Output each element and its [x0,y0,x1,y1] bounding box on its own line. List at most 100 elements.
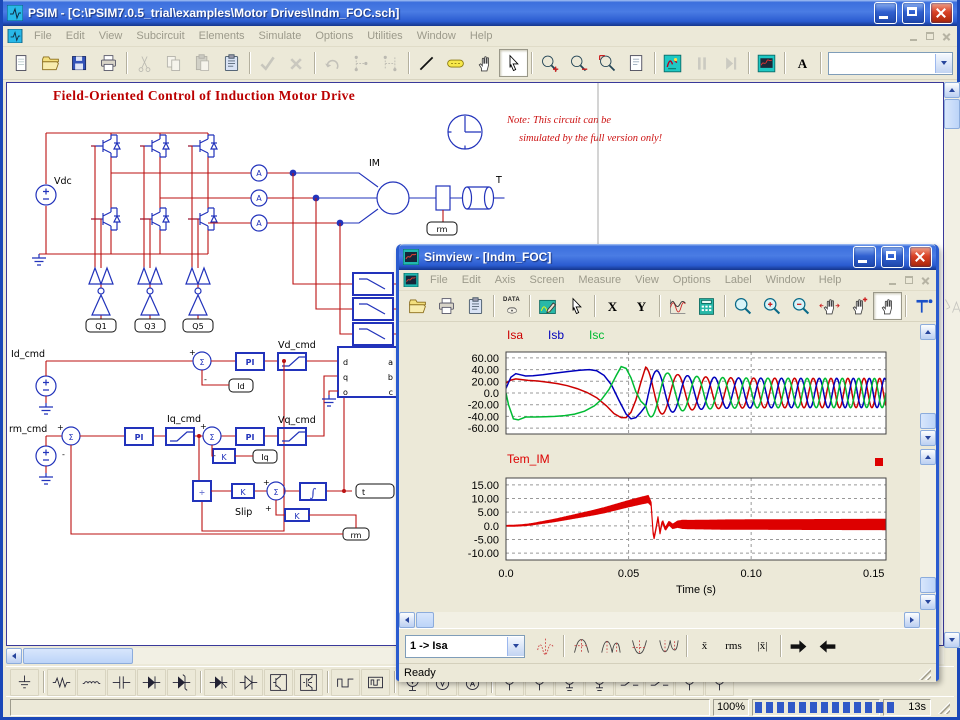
el-resistor[interactable] [47,669,76,696]
step-simulation[interactable] [716,49,745,77]
select-mode[interactable] [562,292,591,320]
add-text[interactable] [938,292,960,320]
find-next-min[interactable] [654,631,683,661]
menu-screen[interactable]: Screen [522,272,571,288]
plot2-scroll-up-icon[interactable] [920,449,936,465]
menu-elements[interactable]: Elements [192,28,252,44]
gate-drivers[interactable]: Q1 Q3 Q5 [86,146,213,332]
zoom-out[interactable] [564,49,593,77]
speed-sensor[interactable]: rm [409,186,462,235]
resize-grip[interactable] [936,700,950,714]
open[interactable] [403,292,432,320]
simview-maximize-button[interactable] [881,246,904,268]
plot2-vthumb[interactable] [920,577,936,593]
clock-element[interactable] [448,115,482,149]
hscroll-thumb[interactable] [23,648,133,664]
toolbar-combobox[interactable] [828,52,953,75]
wire-node-2[interactable] [376,49,405,77]
zoom[interactable] [728,292,757,320]
el-gating-block[interactable] [361,669,390,696]
zoom-out[interactable] [786,292,815,320]
el-square-source[interactable] [331,669,360,696]
sv-mdi-close-icon[interactable] [919,275,932,286]
zoom-hand[interactable] [844,292,873,320]
induction-motor[interactable]: IM [293,158,409,223]
canvas-vscrollbar[interactable] [944,82,960,648]
apply[interactable] [253,49,282,77]
rms[interactable]: rms [719,631,748,661]
menu-window[interactable]: Window [759,272,812,288]
sv-mdi-restore-icon[interactable] [903,275,916,286]
el-mosfet[interactable] [294,669,323,696]
el-ground[interactable] [10,669,39,696]
maximize-button[interactable] [902,2,925,24]
sv-mdi-minimize-icon[interactable] [887,275,900,286]
clipboard-view[interactable] [217,49,246,77]
cut[interactable] [130,49,159,77]
fit-to-page[interactable] [622,49,651,77]
mechanical-load[interactable]: T [463,175,505,209]
view-data[interactable]: DATA [497,292,526,320]
mdi-close-icon[interactable] [940,31,953,42]
menu-view[interactable]: View [92,28,130,44]
x-axis-settings[interactable]: X [598,292,627,320]
plot2-torque[interactable]: 15.0010.005.000.0-5.00-10.000.00.050.100… [399,472,920,602]
menu-help[interactable]: Help [463,28,500,44]
pan-view[interactable] [815,292,844,320]
legend-Isb[interactable]: Isb [548,328,564,342]
scroll-up-icon[interactable] [944,82,960,98]
series-marker[interactable] [875,458,883,466]
scroll-left-icon[interactable] [6,648,22,664]
find-next-max[interactable] [596,631,625,661]
wire-node[interactable] [347,49,376,77]
el-gto[interactable] [234,669,263,696]
pwm-comparators[interactable] [293,173,405,345]
add-screen[interactable] [663,292,692,320]
menu-help[interactable]: Help [812,272,849,288]
menu-edit[interactable]: Edit [455,272,488,288]
combobox-dropdown-button[interactable] [935,54,952,73]
run-simview[interactable] [752,49,781,77]
legend-Isa[interactable]: Isa [507,328,523,342]
menu-view[interactable]: View [628,272,666,288]
select[interactable] [499,49,528,77]
el-diode[interactable] [137,669,166,696]
copy-to-clipboard[interactable] [461,292,490,320]
mdi-minimize-icon[interactable] [908,31,921,42]
menu-simulate[interactable]: Simulate [252,28,309,44]
plot2-vscrollbar[interactable] [920,449,936,610]
el-capacitor[interactable] [107,669,136,696]
save-file[interactable] [65,49,94,77]
draw-wire[interactable] [412,49,441,77]
menu-options[interactable]: Options [308,28,360,44]
edit-curves[interactable] [533,292,562,320]
menu-label[interactable]: Label [718,272,759,288]
menu-utilities[interactable]: Utilities [360,28,409,44]
cancel[interactable] [282,49,311,77]
sv-hthumb[interactable] [416,612,434,628]
simview-resize-grip[interactable] [917,666,931,680]
menu-file[interactable]: File [27,28,59,44]
zoom-window[interactable] [593,49,622,77]
plot1-scroll-up-icon[interactable] [920,324,936,340]
menu-subcircuit[interactable]: Subcircuit [129,28,191,44]
vscroll-thumb[interactable] [944,99,960,129]
pan[interactable] [470,49,499,77]
inverter-bridge[interactable] [32,133,217,265]
copy[interactable] [159,49,188,77]
sv-scroll-left-icon[interactable] [399,612,415,628]
scroll-down-icon[interactable] [944,632,960,648]
simview-minimize-button[interactable] [853,246,876,268]
undo[interactable] [318,49,347,77]
text-tool[interactable]: A [788,49,817,77]
dc-source[interactable]: Vdc [36,176,72,205]
zoom-in[interactable] [757,292,786,320]
plot1-scroll-down-icon[interactable] [920,430,936,446]
plot1-currents[interactable]: 60.0040.0020.000.0-20.00-40.00-60.00 [399,346,920,446]
legend-Isc[interactable]: Isc [589,328,604,342]
measure[interactable] [909,292,938,320]
minimize-button[interactable] [874,2,897,24]
find-min[interactable] [625,631,654,661]
control-loop[interactable]: Id_cmd Σ + - PI Vd_cmd Id rm_cmd Σ + - [9,340,394,540]
plot1-vthumb[interactable] [920,413,936,429]
